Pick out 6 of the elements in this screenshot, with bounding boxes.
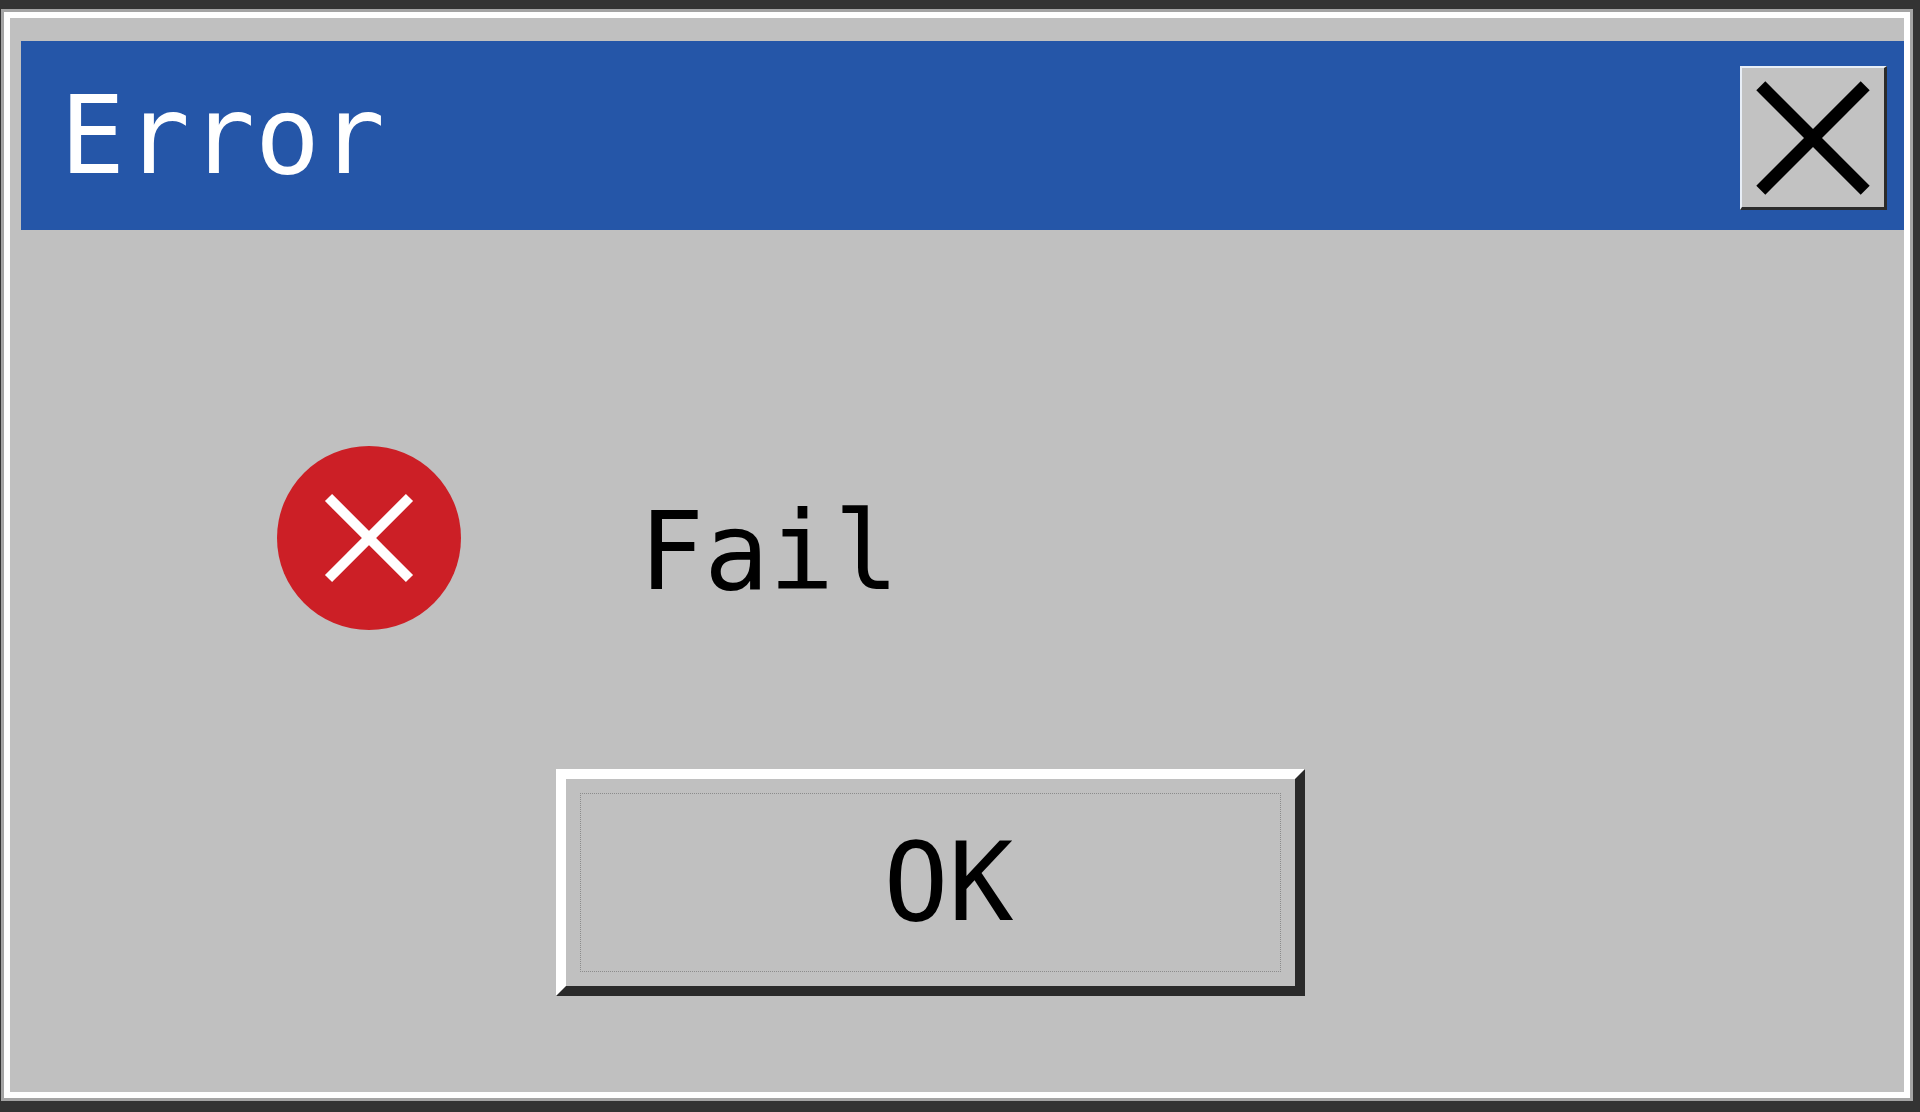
message-text: Fail [639,498,900,606]
ok-button[interactable]: OK [556,769,1305,996]
error-icon [277,446,461,630]
close-icon [1755,79,1871,196]
close-button[interactable] [1740,66,1887,210]
window-title: Error [60,81,386,190]
